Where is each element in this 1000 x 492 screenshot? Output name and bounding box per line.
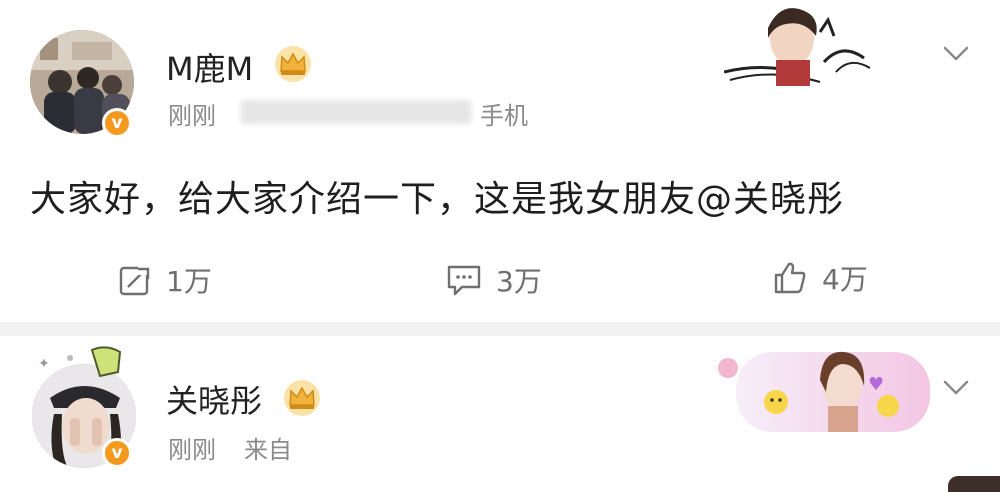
svg-text:♥: ♥	[868, 374, 884, 395]
decoration-artwork	[724, 8, 871, 86]
post-time: 刚刚	[168, 436, 216, 464]
mention-link[interactable]: @关晓彤	[696, 179, 844, 220]
vip-crown-icon	[275, 46, 311, 82]
repost-icon	[119, 265, 150, 296]
like-button[interactable]: 4万	[772, 258, 868, 298]
verified-badge-letter: v	[111, 443, 123, 463]
repost-count: 1万	[166, 265, 212, 298]
decoration-sticker: ♥	[716, 342, 930, 442]
weibo-post-card: v ✦ 关晓彤 刚刚 来自 ♥	[0, 336, 1000, 492]
partial-image-edge	[948, 476, 1000, 492]
vip-crown-icon	[284, 380, 320, 416]
decoration-sticker	[724, 2, 874, 86]
verified-badge-letter: v	[111, 113, 123, 133]
verified-badge: v	[102, 438, 132, 468]
post-time: 刚刚	[168, 102, 216, 130]
avatar-decoration: ✦	[38, 346, 122, 378]
username[interactable]: 关晓彤	[166, 376, 262, 422]
comment-button[interactable]: 3万	[446, 260, 542, 300]
post-source: 来自	[244, 436, 292, 464]
decoration-artwork: ♥	[718, 351, 930, 432]
like-icon	[774, 262, 806, 294]
post-body: 大家好，给大家介绍一下，这是我女朋友	[30, 179, 697, 220]
chevron-down-icon[interactable]	[942, 44, 970, 64]
comment-icon	[447, 265, 481, 296]
comment-count: 3万	[496, 265, 542, 298]
verified-badge: v	[102, 108, 132, 138]
post-source: 手机	[480, 102, 528, 130]
chevron-down-icon[interactable]	[942, 378, 970, 398]
like-count: 4万	[822, 263, 868, 296]
repost-button[interactable]: 1万	[118, 260, 212, 300]
redacted-source-block	[240, 100, 472, 124]
post-text: 大家好，给大家介绍一下，这是我女朋友@关晓彤	[30, 170, 844, 222]
svg-text:✦: ✦	[38, 356, 50, 372]
username[interactable]: M鹿M	[166, 44, 253, 90]
weibo-post-card: v M鹿M 刚刚 手机 大家好，给大家介绍一下，这是我女朋友@关晓彤 1万 3万…	[0, 0, 1000, 322]
